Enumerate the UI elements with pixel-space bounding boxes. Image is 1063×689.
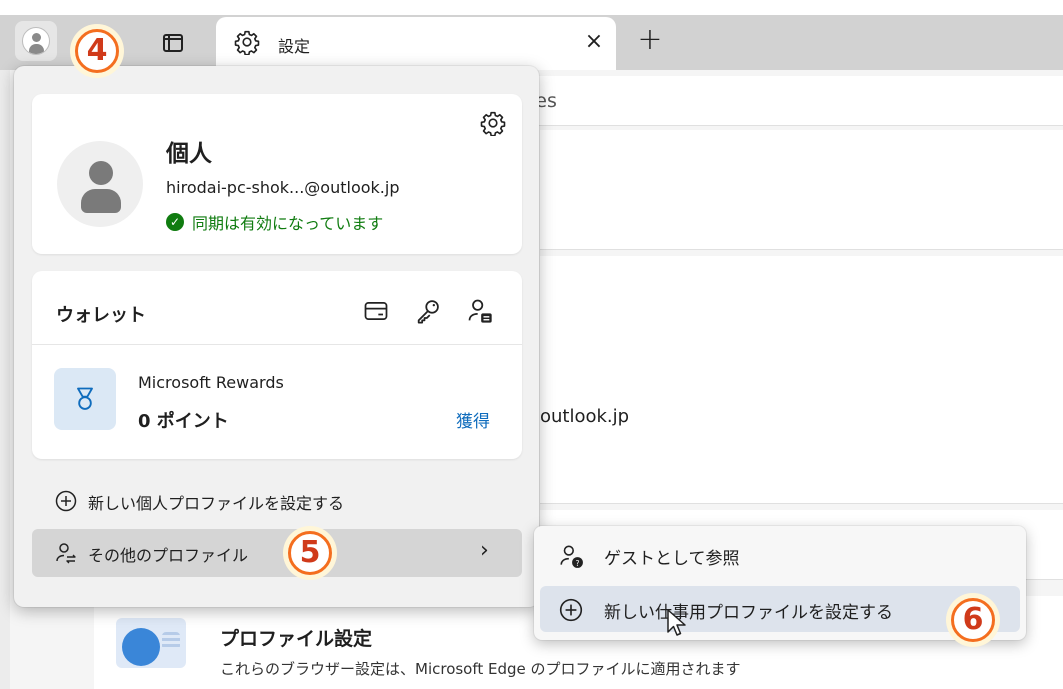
tab-settings[interactable]: 設定 × [216, 17, 616, 70]
profile-avatar [57, 141, 143, 227]
earn-link[interactable]: 獲得 [456, 407, 490, 432]
mouse-cursor-icon [667, 609, 686, 636]
check-circle-icon: ✓ [166, 213, 184, 231]
new-work-profile-label: 新しい仕事用プロファイルを設定する [604, 603, 893, 623]
vertical-tabs-button[interactable] [156, 28, 190, 58]
settings-card: outlook.jp [540, 256, 1063, 504]
browse-as-guest-label: ゲストとして参照 [604, 549, 740, 569]
add-circle-icon [55, 490, 77, 512]
account-email: outlook.jp [540, 406, 630, 427]
profile-flyout: 個人 hirodai-pc-shok...@outlook.jp ✓ 同期は有効… [14, 66, 539, 607]
profile-button[interactable] [15, 21, 57, 61]
step-badge-4: 4 [70, 24, 124, 78]
divider [32, 344, 522, 345]
card-icon[interactable] [362, 297, 390, 325]
top-margin [0, 0, 1063, 15]
other-profiles-label: その他のプロファイル [88, 546, 249, 565]
step-number: 5 [288, 531, 332, 575]
settings-card [540, 130, 1063, 250]
rewards-label: Microsoft Rewards [138, 373, 284, 392]
rewards-medal-icon [54, 368, 116, 430]
wallet-title: ウォレット [56, 305, 146, 326]
browse-as-guest-item[interactable]: ? ゲストとして参照 [540, 532, 1020, 578]
settings-nav-edge [0, 70, 10, 689]
new-personal-profile-label: 新しい個人プロファイルを設定する [88, 494, 345, 513]
sync-status-text: 同期は有効になっています [192, 214, 384, 233]
profile-settings-description: これらのブラウザー設定は、Microsoft Edge のプロファイルに適用され… [220, 660, 741, 678]
step-number: 4 [75, 29, 119, 73]
sync-status: ✓ 同期は有効になっています [166, 210, 383, 234]
profile-email: hirodai-pc-shok...@outlook.jp [166, 178, 400, 197]
wallet-card: ウォレット Microsoft Rewards 0 ポイント 獲得 [32, 271, 522, 459]
step-number: 6 [951, 598, 995, 642]
add-circle-icon [559, 598, 583, 622]
profile-name: 個人 [166, 141, 212, 167]
profile-card: 個人 hirodai-pc-shok...@outlook.jp ✓ 同期は有効… [32, 94, 522, 254]
rewards-points: 0 ポイント [138, 411, 229, 432]
close-tab-icon[interactable]: × [580, 29, 608, 54]
tab-strip: 設定 × + [0, 0, 1063, 70]
guest-icon: ? [560, 545, 583, 568]
key-icon[interactable] [414, 297, 442, 325]
switch-profile-icon [56, 543, 76, 564]
chevron-right-icon: › [480, 538, 489, 563]
profile-lock-icon[interactable] [466, 297, 494, 325]
step-badge-5: 5 [283, 526, 337, 580]
profile-settings-thumbnail [116, 618, 186, 668]
sidebar-layout-icon [163, 34, 183, 52]
new-personal-profile-item[interactable]: 新しい個人プロファイルを設定する [32, 477, 522, 525]
gear-icon [234, 30, 260, 55]
profile-settings-title: プロファイル設定 [220, 628, 373, 650]
avatar-icon [22, 27, 50, 55]
settings-search[interactable]: les [500, 76, 1063, 126]
profile-settings-gear-icon[interactable] [480, 110, 506, 136]
svg-text:?: ? [575, 559, 579, 568]
new-tab-button[interactable]: + [632, 25, 668, 56]
tab-title: 設定 [278, 37, 311, 56]
other-profiles-item[interactable]: その他のプロファイル › [32, 529, 522, 577]
step-badge-6: 6 [946, 593, 1000, 647]
